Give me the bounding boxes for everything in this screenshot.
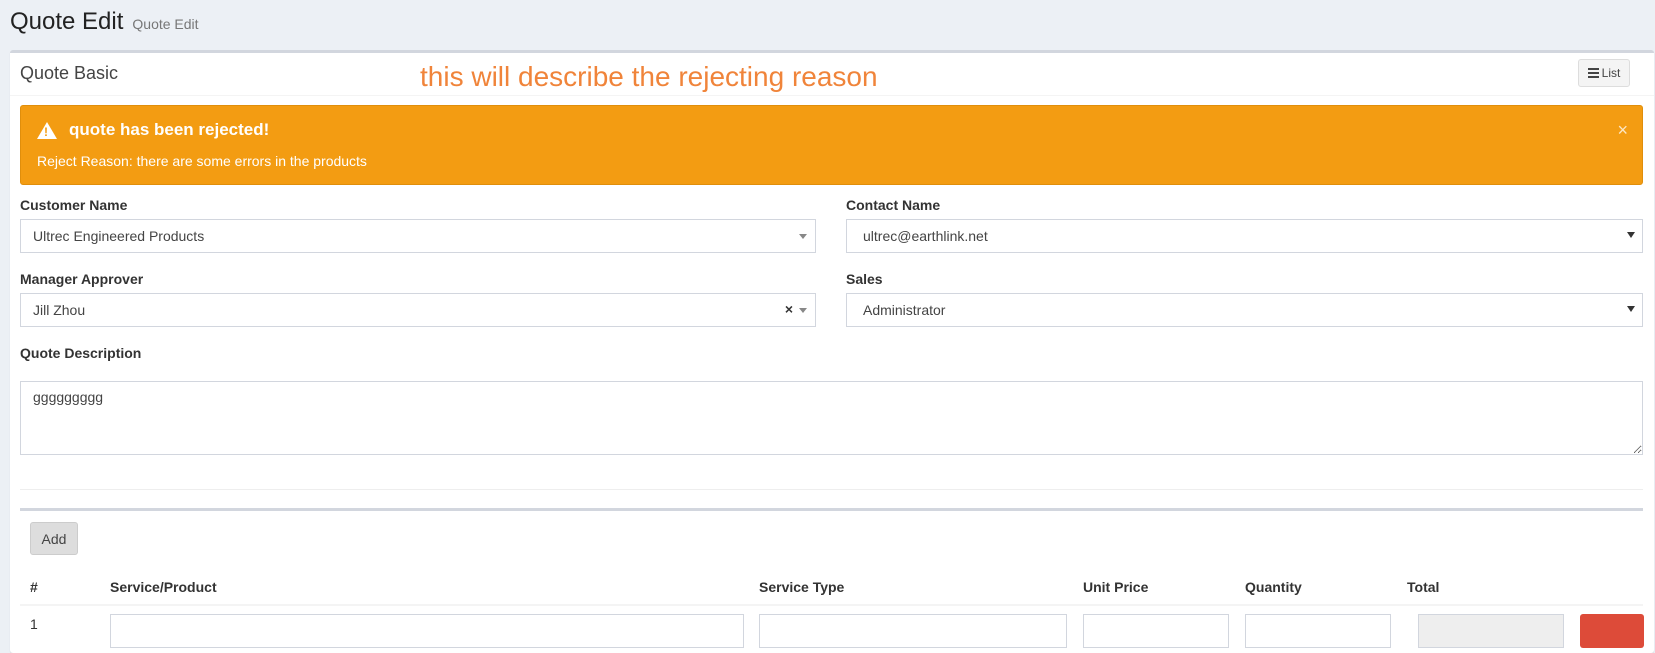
box-title: Quote Basic [20,63,119,83]
chevron-down-icon [799,308,807,313]
warning-icon [37,121,57,139]
products-box-border [20,508,1643,511]
list-icon [1587,68,1599,78]
customer-name-select[interactable]: Ultrec Engineered Products [20,219,816,253]
alert-title: quote has been rejected! [69,120,270,139]
sales-label: Sales [846,271,883,287]
manager-approver-label: Manager Approver [20,271,144,287]
alert-body: Reject Reason: there are some errors in … [37,153,367,169]
list-button-label: List [1601,66,1621,80]
annotation-text: this will describe the rejecting reason [420,61,878,92]
contact-name-value: ultrec@earthlink.net [863,228,988,244]
column-header-unit-price: Unit Price [1083,579,1149,595]
service-type-input[interactable] [759,614,1067,648]
box-header: Quote Basic this will describe the rejec… [10,53,1654,96]
quote-description-label: Quote Description [20,345,142,361]
contact-name-label: Contact Name [846,197,941,213]
chevron-down-icon [1627,306,1635,312]
column-header-service-product: Service/Product [110,579,217,595]
column-header-service-type: Service Type [759,579,845,595]
column-header-quantity: Quantity [1245,579,1302,595]
unit-price-input[interactable] [1083,614,1229,648]
quote-description-textarea[interactable]: ggggggggg [20,381,1643,455]
contact-name-select[interactable]: ultrec@earthlink.net [846,219,1643,253]
close-icon[interactable]: × [1617,120,1628,141]
manager-approver-select[interactable]: Jill Zhou × [20,293,816,327]
sales-select[interactable]: Administrator [846,293,1643,327]
sales-value: Administrator [863,302,946,318]
divider [20,489,1643,490]
clear-icon[interactable]: × [785,301,793,317]
add-product-button[interactable]: Add [30,522,78,555]
customer-name-label: Customer Name [20,197,128,213]
column-header-total: Total [1407,579,1440,595]
manager-approver-value: Jill Zhou [33,302,86,318]
chevron-down-icon [799,234,807,239]
quote-basic-box: Quote Basic this will describe the rejec… [10,50,1654,653]
page-subtitle: Quote Edit [132,16,199,32]
table-header-border [20,604,1643,606]
page-title: Quote Edit [10,8,124,35]
row-number: 1 [30,616,38,632]
list-button[interactable]: List [1578,59,1630,87]
content-header: Quote Edit Quote Edit [10,8,199,44]
delete-row-button[interactable] [1580,614,1644,648]
column-header-number: # [30,579,38,595]
total-field [1418,614,1564,648]
service-product-input[interactable] [110,614,744,648]
rejected-alert: quote has been rejected! Reject Reason: … [20,105,1643,185]
chevron-down-icon [1627,232,1635,238]
customer-name-value: Ultrec Engineered Products [33,228,205,244]
quantity-input[interactable] [1245,614,1391,648]
alert-title-row: quote has been rejected! [37,120,269,140]
